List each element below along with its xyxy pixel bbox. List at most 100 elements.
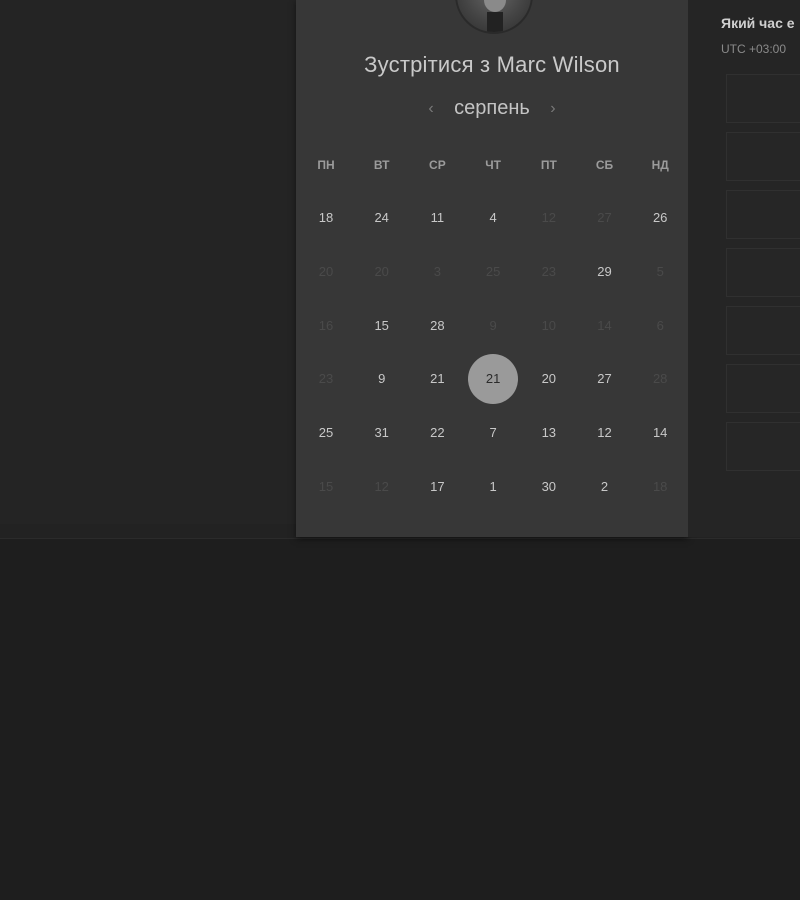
time-slot[interactable] <box>726 74 800 123</box>
calendar-day: 3 <box>409 245 465 299</box>
calendar-day-number: 14 <box>652 425 668 441</box>
time-slot[interactable] <box>726 132 800 181</box>
calendar-day-number: 28 <box>430 317 445 333</box>
calendar-day-number: 26 <box>652 210 668 225</box>
calendar-day-number: 18 <box>652 479 668 494</box>
calendar-day: 5 <box>632 245 688 299</box>
time-slot[interactable] <box>726 364 800 413</box>
weekday-header: СР <box>429 158 446 172</box>
calendar-day: 25 <box>465 245 521 299</box>
weekday-header: ЧТ <box>485 158 501 172</box>
calendar-day[interactable]: 15 <box>354 299 410 353</box>
calendar-day-number: 16 <box>318 317 334 333</box>
calendar-day[interactable]: 14 <box>632 406 688 460</box>
calendar-day[interactable]: 31 <box>354 406 410 460</box>
calendar-day-number: 12 <box>541 210 557 225</box>
calendar-day-number: 5 <box>656 263 664 279</box>
calendar-day: 10 <box>521 299 577 353</box>
calendar-day-number: 21 <box>430 371 445 387</box>
calendar-day[interactable]: 1 <box>465 460 521 514</box>
calendar-day-number: 1 <box>489 479 497 494</box>
time-slot[interactable] <box>726 422 800 471</box>
calendar-day-number: 20 <box>541 371 557 387</box>
calendar-day: 18 <box>632 460 688 514</box>
calendar-day-number: 4 <box>489 210 497 225</box>
calendar-day[interactable]: 9 <box>354 352 410 406</box>
calendar-day: 6 <box>632 299 688 353</box>
meeting-title: Зустрітися з Marc Wilson <box>364 52 620 77</box>
calendar-day-number: 21 <box>485 371 501 387</box>
calendar-day: 15 <box>298 460 354 514</box>
chevron-right-icon[interactable]: › <box>550 100 555 118</box>
calendar-day: 20 <box>298 245 354 299</box>
calendar-day-number: 23 <box>318 371 334 387</box>
calendar-day-number: 12 <box>374 479 389 494</box>
calendar-day-number: 22 <box>430 425 445 441</box>
calendar-day-number: 29 <box>597 263 612 279</box>
timezone-label[interactable]: UTC +03:00 <box>721 42 786 56</box>
calendar-day: 23 <box>521 245 577 299</box>
calendar-day[interactable]: 28 <box>409 299 465 353</box>
time-panel-title: Який час е <box>721 15 795 31</box>
calendar-day[interactable]: 29 <box>577 245 633 299</box>
calendar-day-number: 9 <box>489 317 497 333</box>
calendar-day: 27 <box>577 191 633 245</box>
calendar-day[interactable]: 27 <box>577 352 633 406</box>
calendar-day-number: 10 <box>541 317 557 333</box>
calendar-day-number: 2 <box>600 479 609 494</box>
weekday-header: ВТ <box>373 158 390 172</box>
calendar-day[interactable]: 2 <box>577 460 633 514</box>
calendar-day-number: 28 <box>652 371 668 387</box>
calendar-day-number: 30 <box>541 479 557 494</box>
calendar-day-number: 25 <box>318 425 334 441</box>
calendar-day-number: 12 <box>597 425 612 441</box>
calendar-day: 20 <box>354 245 410 299</box>
calendar-day-selected[interactable]: 21 <box>465 352 521 406</box>
calendar-day[interactable]: 22 <box>409 406 465 460</box>
calendar-day-number: 31 <box>374 425 389 441</box>
calendar-day-number: 13 <box>541 425 557 441</box>
calendar-day[interactable]: 18 <box>298 191 354 245</box>
calendar-day-number: 25 <box>485 263 501 279</box>
calendar-day[interactable]: 13 <box>521 406 577 460</box>
calendar-day-number: 6 <box>656 317 664 333</box>
calendar-day-number: 11 <box>430 210 445 225</box>
calendar-day[interactable]: 20 <box>521 352 577 406</box>
weekday-header: СБ <box>595 158 614 172</box>
time-slot[interactable] <box>726 248 800 297</box>
calendar-day[interactable]: 26 <box>632 191 688 245</box>
calendar-day-number: 20 <box>318 263 334 279</box>
calendar-day-number: 27 <box>597 210 612 225</box>
calendar-day-number: 14 <box>597 317 612 333</box>
calendar-day[interactable]: 30 <box>521 460 577 514</box>
calendar-day-number: 3 <box>433 263 441 279</box>
calendar-day-number: 27 <box>597 371 612 387</box>
calendar-day: 14 <box>577 299 633 353</box>
month-label: серпень <box>454 97 530 119</box>
calendar-day: 9 <box>465 299 521 353</box>
time-slot[interactable] <box>726 306 800 355</box>
calendar-day: 16 <box>298 299 354 353</box>
weekday-header: ПТ <box>540 158 557 172</box>
weekday-header: ПН <box>317 158 335 172</box>
calendar-day[interactable]: 4 <box>465 191 521 245</box>
time-slot[interactable] <box>726 190 800 239</box>
calendar-day-number: 9 <box>378 371 386 387</box>
calendar-day-number: 23 <box>541 263 557 279</box>
calendar-day-number: 24 <box>374 210 389 225</box>
weekday-header: НД <box>651 158 669 172</box>
calendar-day[interactable]: 21 <box>409 352 465 406</box>
calendar-day[interactable]: 11 <box>409 191 465 245</box>
calendar-day[interactable]: 7 <box>465 406 521 460</box>
calendar-day[interactable]: 25 <box>298 406 354 460</box>
chevron-left-icon[interactable]: ‹ <box>428 100 433 118</box>
calendar-day: 12 <box>521 191 577 245</box>
calendar-day[interactable]: 12 <box>577 406 633 460</box>
calendar-day[interactable]: 17 <box>409 460 465 514</box>
calendar-day: 28 <box>632 352 688 406</box>
month-navigation: ‹ серпень › <box>296 97 688 120</box>
calendar-day[interactable]: 24 <box>354 191 410 245</box>
calendar-day-number: 18 <box>318 210 334 225</box>
calendar-day-number: 15 <box>318 479 334 494</box>
calendar-day: 23 <box>298 352 354 406</box>
